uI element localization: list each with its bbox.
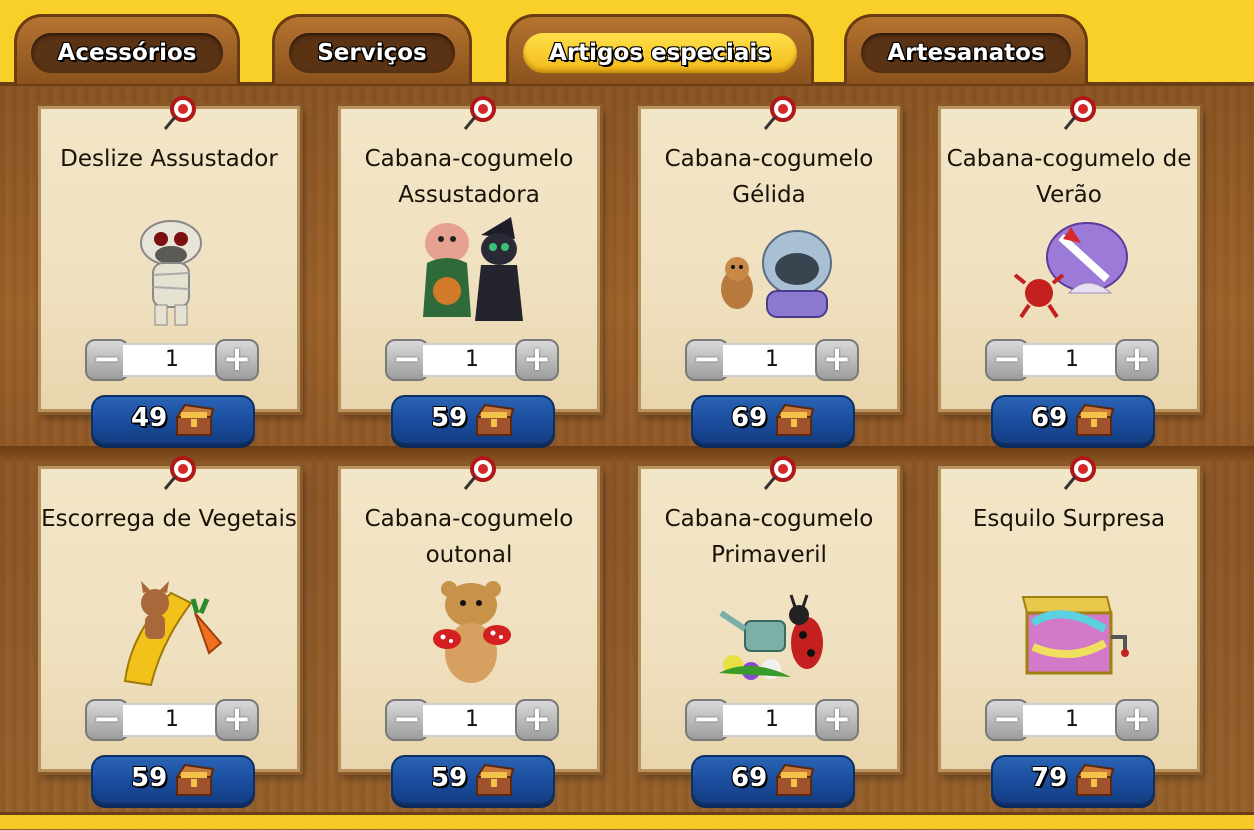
treasure-chest-icon bbox=[1075, 403, 1115, 436]
quantity-stepper: − 1 + bbox=[685, 339, 859, 381]
buy-button[interactable]: 79 bbox=[991, 755, 1155, 805]
price-value: 69 bbox=[1031, 403, 1068, 433]
tab-accessories[interactable]: Acessórios bbox=[14, 14, 240, 84]
buy-button[interactable]: 59 bbox=[391, 755, 555, 805]
buy-button[interactable]: 69 bbox=[691, 395, 855, 445]
item-title: Cabana-cogumelo Assustadora bbox=[364, 146, 574, 208]
increase-button[interactable]: + bbox=[1115, 339, 1159, 381]
pin-icon bbox=[163, 96, 196, 130]
item-card: Cabana-cogumelo Assustadora − 1 + 59 bbox=[338, 96, 600, 445]
price-value: 59 bbox=[131, 763, 168, 793]
quantity-field[interactable]: 1 bbox=[423, 703, 521, 737]
price-value: 59 bbox=[431, 763, 468, 793]
pin-icon bbox=[763, 456, 796, 490]
bottom-bar bbox=[0, 812, 1254, 829]
quantity-field[interactable]: 1 bbox=[123, 343, 221, 377]
quantity-stepper: − 1 + bbox=[85, 699, 259, 741]
treasure-chest-icon bbox=[775, 403, 815, 436]
quantity-stepper: − 1 + bbox=[85, 339, 259, 381]
treasure-chest-icon bbox=[475, 403, 515, 436]
price-value: 69 bbox=[731, 763, 768, 793]
increase-button[interactable]: + bbox=[515, 699, 559, 741]
increase-button[interactable]: + bbox=[815, 339, 859, 381]
price-value: 69 bbox=[731, 403, 768, 433]
ladybug-watering-can-icon bbox=[719, 594, 823, 680]
buy-button[interactable]: 59 bbox=[391, 395, 555, 445]
pin-icon bbox=[1063, 456, 1096, 490]
treasure-chest-icon bbox=[775, 763, 815, 796]
item-title: Cabana-cogumelo Primaveril bbox=[664, 506, 874, 568]
surprise-box-icon bbox=[1021, 596, 1129, 675]
quantity-stepper: − 1 + bbox=[385, 339, 559, 381]
price-value: 49 bbox=[131, 403, 168, 433]
quantity-stepper: − 1 + bbox=[985, 339, 1159, 381]
tab-services[interactable]: Serviços bbox=[272, 14, 472, 84]
quantity-field[interactable]: 1 bbox=[1023, 703, 1121, 737]
increase-button[interactable]: + bbox=[815, 699, 859, 741]
quantity-field[interactable]: 1 bbox=[123, 703, 221, 737]
item-title: Cabana-cogumelo de Verão bbox=[946, 146, 1192, 208]
buy-button[interactable]: 59 bbox=[91, 755, 255, 805]
increase-button[interactable]: + bbox=[515, 339, 559, 381]
pin-icon bbox=[463, 96, 496, 130]
treasure-chest-icon bbox=[1075, 763, 1115, 796]
price-value: 79 bbox=[1031, 763, 1068, 793]
tab-label: Artigos especiais bbox=[523, 33, 797, 73]
pin-icon bbox=[763, 96, 796, 130]
treasure-chest-icon bbox=[175, 763, 215, 796]
mummy-cow-icon bbox=[140, 220, 202, 326]
item-title: Deslize Assustador bbox=[60, 146, 278, 172]
item-card: Deslize Assustador − 1 + 49 bbox=[38, 96, 300, 445]
tab-label: Serviços bbox=[289, 33, 455, 73]
buy-button[interactable]: 69 bbox=[991, 395, 1155, 445]
pin-icon bbox=[163, 456, 196, 490]
cat-carrot-slide-icon bbox=[123, 581, 223, 687]
buy-button[interactable]: 49 bbox=[91, 395, 255, 445]
item-title: Escorrega de Vegetais bbox=[41, 506, 297, 532]
item-card: Escorrega de Vegetais − 1 + 59 bbox=[38, 456, 300, 805]
tab-label: Acessórios bbox=[31, 33, 223, 73]
pin-icon bbox=[463, 456, 496, 490]
quantity-stepper: − 1 + bbox=[685, 699, 859, 741]
quantity-stepper: − 1 + bbox=[985, 699, 1159, 741]
item-card: Cabana-cogumelo outonal − 1 + 59 bbox=[338, 456, 600, 805]
item-card: Esquilo Surpresa − 1 + 79 bbox=[938, 456, 1200, 805]
quantity-field[interactable]: 1 bbox=[723, 703, 821, 737]
tab-label: Artesanatos bbox=[861, 33, 1071, 73]
pig-and-cat-costume-icon bbox=[423, 217, 523, 321]
crab-shell-mushroom-icon bbox=[1013, 222, 1128, 319]
treasure-chest-icon bbox=[175, 403, 215, 436]
item-title: Cabana-cogumelo outonal bbox=[364, 506, 574, 568]
item-title: Cabana-cogumelo Gélida bbox=[664, 146, 874, 208]
item-card: Cabana-cogumelo de Verão − 1 + 69 bbox=[938, 96, 1200, 445]
treasure-chest-icon bbox=[475, 763, 515, 796]
hamster-snow-globe-icon bbox=[721, 230, 832, 318]
increase-button[interactable]: + bbox=[215, 339, 259, 381]
quantity-field[interactable]: 1 bbox=[423, 343, 521, 377]
price-value: 59 bbox=[431, 403, 468, 433]
hamster-mushrooms-icon bbox=[433, 581, 511, 683]
tab-special-items[interactable]: Artigos especiais bbox=[506, 14, 814, 84]
tab-crafts[interactable]: Artesanatos bbox=[844, 14, 1088, 84]
quantity-field[interactable]: 1 bbox=[723, 343, 821, 377]
increase-button[interactable]: + bbox=[1115, 699, 1159, 741]
quantity-stepper: − 1 + bbox=[385, 699, 559, 741]
pin-icon bbox=[1063, 96, 1096, 130]
item-title: Esquilo Surpresa bbox=[972, 506, 1166, 532]
buy-button[interactable]: 69 bbox=[691, 755, 855, 805]
item-card: Cabana-cogumelo Primaveril − 1 + 69 bbox=[638, 456, 900, 805]
increase-button[interactable]: + bbox=[215, 699, 259, 741]
item-card: Cabana-cogumelo Gélida − 1 + 69 bbox=[638, 96, 900, 445]
quantity-field[interactable]: 1 bbox=[1023, 343, 1121, 377]
